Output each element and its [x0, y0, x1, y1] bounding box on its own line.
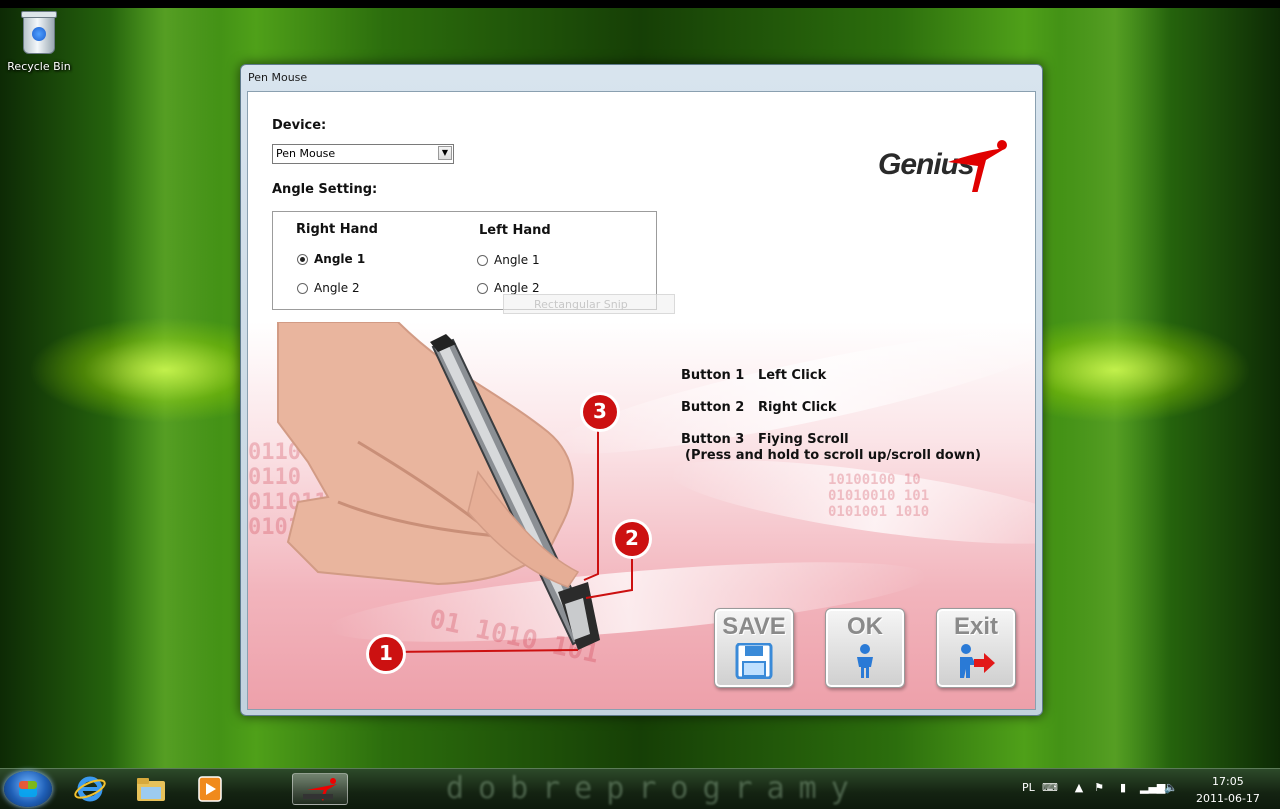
save-button[interactable]: SAVE	[714, 608, 794, 688]
radio-unselected-icon	[477, 254, 488, 266]
radio-label: Angle 1	[494, 253, 540, 267]
taskbar: dobreprogramy PL ⌨ ▲ ⚑ ▮ ▂▄▆ 🔈 17:05 201…	[0, 768, 1280, 809]
callout-badge-2: 2	[610, 517, 654, 565]
language-indicator[interactable]: PL	[1022, 781, 1035, 794]
button-2-description: Button 2 Right Click	[681, 400, 837, 415]
radio-left-angle-1[interactable]: Angle 1	[477, 253, 540, 267]
button-name: Button 2	[681, 400, 745, 415]
button-action: Left Click	[757, 368, 827, 383]
wallpaper-glow-left	[110, 8, 220, 768]
button-3-description: Button 3 Fiying Scroll	[681, 432, 849, 447]
binary-pattern: 10100100 10 01010010 101 0101001 1010	[828, 472, 930, 520]
clock-time[interactable]: 17:05	[1212, 775, 1244, 788]
callout-number: 1	[379, 641, 393, 665]
radio-label: Angle 2	[314, 281, 360, 295]
genius-logo: Genius	[878, 132, 1018, 192]
save-button-label: SAVE	[722, 613, 786, 640]
chevron-down-icon[interactable]: ▼	[438, 146, 452, 160]
floppy-disk-icon	[735, 642, 773, 680]
callout-number: 2	[625, 526, 639, 550]
scroll-note: (Press and hold to scroll up/scroll down…	[685, 448, 981, 463]
keyboard-icon[interactable]: ⌨	[1042, 781, 1058, 795]
button-action: Right Click	[757, 400, 837, 415]
clock-date[interactable]: 2011-06-17	[1196, 792, 1260, 805]
top-black-band	[0, 0, 1280, 8]
radio-right-angle-1[interactable]: Angle 1	[297, 252, 365, 266]
radio-label: Angle 2	[494, 281, 540, 295]
snipping-tool-overlay: Rectangular Snip	[503, 294, 675, 314]
callout-badge-1: 1	[364, 632, 408, 680]
radio-label: Angle 1	[314, 252, 366, 266]
wallpaper-glow-right	[1060, 8, 1170, 768]
button-1-description: Button 1 Left Click	[681, 368, 826, 383]
person-icon	[857, 644, 873, 678]
pen-mouse-illustration	[277, 322, 633, 653]
ok-button-label: OK	[847, 613, 883, 640]
button-name: Button 1	[681, 368, 745, 383]
action-center-flag-icon[interactable]: ⚑	[1092, 781, 1106, 795]
window-client-area: 0110 0110 011011 0101 10100100 10 01010010 1…	[247, 91, 1036, 710]
desktop-icon-label: Recycle Bin	[7, 60, 71, 73]
device-label: Device:	[272, 118, 327, 133]
exit-button-label: Exit	[953, 613, 998, 640]
device-select-value: Pen Mouse	[276, 147, 336, 160]
genius-app-icon	[303, 778, 337, 801]
radio-selected-icon	[297, 253, 308, 265]
internet-explorer-icon[interactable]	[70, 773, 110, 805]
radio-right-angle-2[interactable]: Angle 2	[297, 281, 360, 295]
logo-figure-icon	[948, 140, 1007, 192]
window-title: Pen Mouse	[248, 71, 308, 84]
pen-mouse-window: Pen Mouse 0110 0110 011011 0101 10100100 10…	[240, 64, 1043, 716]
genius-app-taskbar-button[interactable]	[292, 773, 348, 805]
start-orb-icon[interactable]	[4, 771, 52, 807]
button-name: Button 3	[681, 432, 745, 447]
device-select[interactable]: Pen Mouse ▼	[272, 144, 454, 164]
power-battery-icon[interactable]: ▮	[1116, 781, 1130, 795]
exit-door-arrow-icon	[960, 644, 995, 678]
button-action: Fiying Scroll	[757, 432, 849, 447]
left-hand-heading: Left Hand	[479, 223, 551, 238]
callout-number: 3	[593, 399, 607, 423]
radio-left-angle-2[interactable]: Angle 2	[477, 281, 540, 295]
watermark-text: dobreprogramy	[446, 771, 863, 806]
ok-button[interactable]: OK	[825, 608, 905, 688]
explorer-folder-icon[interactable]	[131, 773, 171, 805]
show-hidden-icons-icon[interactable]: ▲	[1072, 781, 1086, 795]
exit-button[interactable]: Exit	[936, 608, 1016, 688]
network-signal-icon[interactable]: ▂▄▆	[1140, 781, 1165, 795]
radio-unselected-icon	[297, 282, 308, 294]
angle-setting-label: Angle Setting:	[272, 182, 378, 197]
media-player-icon[interactable]	[190, 773, 230, 805]
radio-unselected-icon	[477, 282, 488, 294]
volume-speaker-icon[interactable]: 🔈	[1164, 781, 1178, 795]
desktop-icon-recycle-bin[interactable]: Recycle Bin	[6, 11, 72, 73]
right-hand-heading: Right Hand	[296, 222, 378, 237]
callout-badge-3: 3	[578, 390, 622, 438]
recycle-bin-icon	[21, 11, 57, 54]
